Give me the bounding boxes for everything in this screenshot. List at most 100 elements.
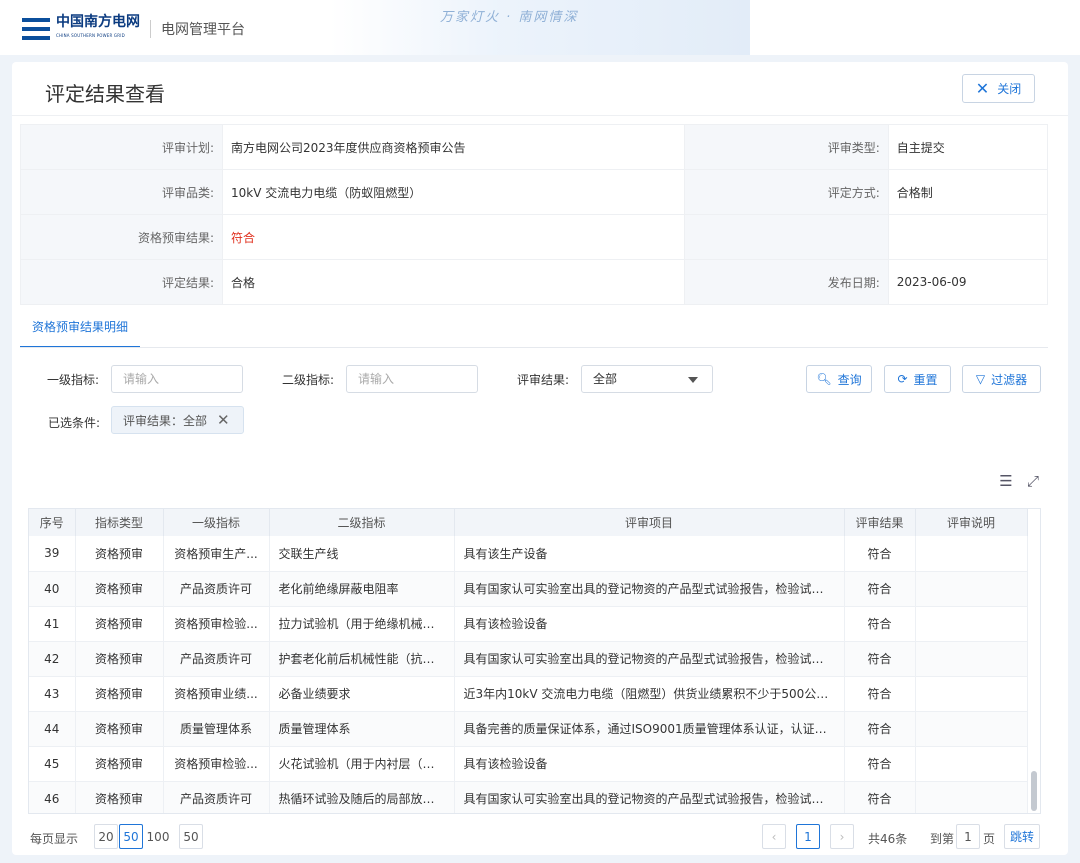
- cell-index: 46: [29, 781, 76, 813]
- column-header: 指标类型: [75, 509, 164, 536]
- page-unit: 页: [983, 832, 996, 846]
- divider: [150, 20, 151, 38]
- label: 评审计划:: [20, 124, 223, 170]
- result-select-value: 全部: [593, 372, 618, 386]
- column-header: 评审说明: [915, 509, 1028, 536]
- method-value: 合格制: [887, 169, 1049, 215]
- table-row[interactable]: 42 资格预审 产品资质许可 护套老化前后机械性能（抗张... 具有国家认可实验室出具的…: [29, 641, 1028, 677]
- prev-page-button[interactable]: ‹: [762, 824, 786, 849]
- reset-label: 重置: [913, 372, 938, 387]
- table-row[interactable]: 39 资格预审 资格预审生产... 交联生产线 具有该生产设备 符合: [29, 536, 1028, 572]
- main-card: 评定结果查看 ✕ 关闭 评审计划: 南方电网公司2023年度供应商资格预审公告 评审类…: [12, 62, 1068, 855]
- table-row[interactable]: 46 资格预审 产品资质许可 热循环试验及随后的局部放电... 具有国家认可实验室出具的…: [29, 781, 1028, 813]
- cell-index: 44: [29, 711, 76, 747]
- results-table: 序号 指标类型 一级指标 二级指标 评审项目 评审结果 评审说明 39 资格预审 资格预审生产.…: [28, 508, 1041, 814]
- page-1-button[interactable]: 1: [796, 824, 820, 849]
- tab-prequal-detail[interactable]: 资格预审结果明细: [20, 318, 140, 348]
- cell-note: [915, 536, 1028, 572]
- page-size-50[interactable]: 50: [119, 824, 143, 849]
- column-settings-icon[interactable]: ☰: [997, 472, 1015, 490]
- cell-result: 符合: [844, 641, 916, 677]
- query-label: 查询: [837, 372, 862, 387]
- cell-note: [915, 781, 1028, 813]
- cell-level1: 资格预审检验...: [163, 606, 270, 642]
- divider: [12, 115, 1068, 116]
- result-label: 评审结果:: [517, 373, 570, 387]
- cell-index: 40: [29, 571, 76, 607]
- label: 评审类型:: [683, 124, 889, 170]
- cell-item: 具有国家认可实验室出具的登记物资的产品型式试验报告，检验试验...: [454, 571, 845, 607]
- empty-cell: [887, 214, 1049, 260]
- cell-note: [915, 641, 1028, 677]
- info-table: 评审计划: 南方电网公司2023年度供应商资格预审公告 评审类型: 自主提交 评审品类…: [20, 124, 1049, 305]
- page-size-current[interactable]: 50: [179, 824, 203, 849]
- cell-item: 具有该检验设备: [454, 746, 845, 782]
- cell-item: 具有国家认可实验室出具的登记物资的产品型式试验报告，检验试验...: [454, 781, 845, 813]
- system-name: 电网管理平台: [161, 22, 245, 38]
- cell-level1: 资格预审检验...: [163, 746, 270, 782]
- reset-button[interactable]: ⟳ 重置: [884, 365, 951, 393]
- cell-note: [915, 676, 1028, 712]
- goto-label: 到第: [930, 832, 955, 846]
- next-page-button[interactable]: ›: [830, 824, 854, 849]
- page-size-20[interactable]: 20: [94, 824, 118, 849]
- page-size-label: 每页显示: [30, 832, 79, 846]
- query-button[interactable]: 🔍︎ 查询: [806, 365, 872, 393]
- brand-cn: 中国南方电网: [56, 14, 140, 30]
- level1-input[interactable]: 请输入: [111, 365, 243, 393]
- level2-label: 二级指标:: [282, 373, 335, 387]
- cell-level2: 热循环试验及随后的局部放电...: [269, 781, 455, 813]
- cell-level2: 拉力试验机（用于绝缘机械性...: [269, 606, 455, 642]
- cell-type: 资格预审: [75, 781, 164, 813]
- scrollbar[interactable]: [1031, 771, 1037, 811]
- cell-index: 41: [29, 606, 76, 642]
- total-count: 共46条: [868, 832, 908, 846]
- cell-type: 资格预审: [75, 746, 164, 782]
- cell-level2: 质量管理体系: [269, 711, 455, 747]
- label: 资格预审结果:: [20, 214, 223, 260]
- close-icon: ✕: [975, 79, 990, 98]
- result-value: 合格: [222, 259, 685, 305]
- page-title: 评定结果查看: [45, 82, 165, 106]
- table-row[interactable]: 40 资格预审 产品资质许可 老化前绝缘屏蔽电阻率 具有国家认可实验室出具的登记物资的产…: [29, 571, 1028, 607]
- filter-button[interactable]: ▽ 过滤器: [962, 365, 1041, 393]
- fullscreen-icon[interactable]: ⤢: [1024, 472, 1042, 490]
- category-value: 10kV 交流电力电缆（防蚁阻燃型）: [222, 169, 685, 215]
- result-select[interactable]: 全部: [581, 365, 713, 393]
- cell-item: 具有该生产设备: [454, 536, 845, 572]
- jump-button[interactable]: 跳转: [1004, 824, 1040, 849]
- selected-label: 已选条件:: [48, 416, 101, 430]
- cell-note: [915, 711, 1028, 747]
- cell-result: 符合: [844, 571, 916, 607]
- brand: 中国南方电网 CHINA SOUTHERN POWER GRID: [56, 15, 140, 43]
- page-size-100[interactable]: 100: [144, 824, 172, 849]
- filter-icon: ▽: [975, 372, 986, 386]
- cell-level2: 必备业绩要求: [269, 676, 455, 712]
- top-header: 万家灯火 · 南网情深 中国南方电网 CHINA SOUTHERN POWER G…: [0, 0, 1080, 55]
- column-header: 序号: [29, 509, 76, 536]
- cell-result: 符合: [844, 746, 916, 782]
- cell-note: [915, 746, 1028, 782]
- date-value: 2023-06-09: [887, 259, 1049, 305]
- cell-item: 具有该检验设备: [454, 606, 845, 642]
- caret-down-icon: [688, 377, 698, 383]
- cell-type: 资格预审: [75, 641, 164, 677]
- level2-input[interactable]: 请输入: [346, 365, 478, 393]
- cell-type: 资格预审: [75, 571, 164, 607]
- prequal-value: 符合: [222, 214, 685, 260]
- cell-level2: 护套老化前后机械性能（抗张...: [269, 641, 455, 677]
- chip-label: 评审结果：全部: [123, 413, 208, 428]
- table-row[interactable]: 45 资格预审 资格预审检验... 火花试验机（用于内衬层（隔... 具有该检验设备 符合: [29, 746, 1028, 782]
- goto-input[interactable]: 1: [956, 824, 980, 849]
- brand-en: CHINA SOUTHERN POWER GRID: [56, 33, 125, 38]
- cell-level1: 资格预审业绩...: [163, 676, 270, 712]
- table-row[interactable]: 43 资格预审 资格预审业绩... 必备业绩要求 近3年内10kV 交流电力电缆（阻燃型…: [29, 676, 1028, 712]
- close-button[interactable]: ✕ 关闭: [962, 74, 1035, 103]
- table-row[interactable]: 44 资格预审 质量管理体系 质量管理体系 具备完善的质量保证体系，通过ISO9001质…: [29, 711, 1028, 747]
- column-header: 二级指标: [269, 509, 455, 536]
- cell-index: 43: [29, 676, 76, 712]
- plan-value: 南方电网公司2023年度供应商资格预审公告: [222, 124, 685, 170]
- table-row[interactable]: 41 资格预审 资格预审检验... 拉力试验机（用于绝缘机械性... 具有该检验设备 符合: [29, 606, 1028, 642]
- remove-chip-icon[interactable]: ✕: [217, 411, 230, 429]
- cell-result: 符合: [844, 676, 916, 712]
